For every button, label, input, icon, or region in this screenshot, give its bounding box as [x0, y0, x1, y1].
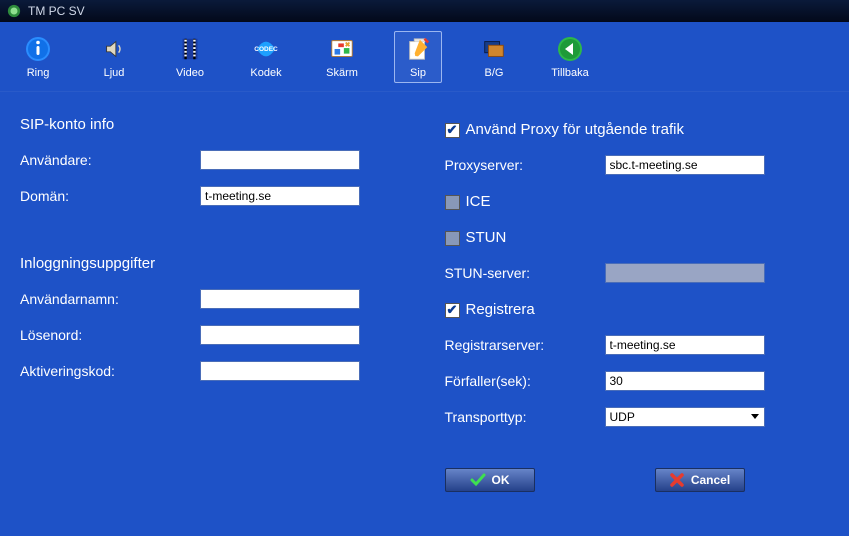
password-input[interactable]: [200, 325, 360, 345]
proxyserver-label: Proxyserver:: [445, 157, 605, 173]
info-icon: [24, 35, 52, 63]
titlebar: TM PC SV: [0, 0, 849, 22]
transport-select[interactable]: UDP: [605, 407, 765, 427]
username-input[interactable]: [200, 289, 360, 309]
toolbar-label: Ljud: [104, 67, 125, 79]
section-title-sip: SIP-konto info: [20, 116, 405, 133]
register-label: Registrera: [466, 301, 535, 318]
user-input[interactable]: [200, 150, 360, 170]
toolbar-label: Kodek: [250, 67, 281, 79]
toolbar-label: Ring: [27, 67, 50, 79]
window-title: TM PC SV: [28, 4, 85, 18]
proxyserver-input[interactable]: [605, 155, 765, 175]
ok-label: OK: [492, 473, 510, 487]
proxy-cb-label: Använd Proxy för utgående trafik: [466, 121, 684, 138]
section-title-login: Inloggningsuppgifter: [20, 255, 405, 272]
toolbar-label: B/G: [485, 67, 504, 79]
svg-text:CODEC: CODEC: [254, 45, 278, 52]
password-label: Lösenord:: [20, 327, 200, 343]
speaker-icon: [100, 35, 128, 63]
transport-label: Transporttyp:: [445, 409, 605, 425]
toolbar-item-video[interactable]: Video: [166, 31, 214, 83]
app-icon: [6, 3, 22, 19]
ice-checkbox[interactable]: [445, 195, 460, 210]
toolbar-item-skarm[interactable]: Skärm: [318, 31, 366, 83]
toolbar-label: Skärm: [326, 67, 358, 79]
toolbar-item-sip[interactable]: Sip: [394, 31, 442, 83]
stunserver-input: [605, 263, 765, 283]
back-icon: [556, 35, 584, 63]
regserver-label: Registrarserver:: [445, 337, 605, 353]
film-icon: [176, 35, 204, 63]
stun-label: STUN: [466, 229, 507, 246]
screen-icon: [328, 35, 356, 63]
activation-label: Aktiveringskod:: [20, 363, 200, 379]
register-checkbox[interactable]: ✔: [445, 303, 460, 318]
expires-label: Förfaller(sek):: [445, 373, 605, 389]
right-column: ✔ Använd Proxy för utgående trafik Proxy…: [445, 116, 830, 492]
expires-input[interactable]: [605, 371, 765, 391]
cancel-label: Cancel: [691, 473, 730, 487]
button-row: OK Cancel: [445, 468, 830, 492]
content: SIP-konto info Användare: Domän: Inloggn…: [0, 92, 849, 502]
toolbar-label: Tillbaka: [551, 67, 589, 79]
user-label: Användare:: [20, 152, 200, 168]
toolbar-item-bg[interactable]: B/G: [470, 31, 518, 83]
activation-input[interactable]: [200, 361, 360, 381]
toolbar-item-ring[interactable]: Ring: [14, 31, 62, 83]
toolbar-item-kodek[interactable]: CODEC Kodek: [242, 31, 290, 83]
toolbar-label: Video: [176, 67, 204, 79]
edit-icon: [404, 35, 432, 63]
codec-icon: CODEC: [252, 35, 280, 63]
toolbar-label: Sip: [410, 67, 426, 79]
username-label: Användarnamn:: [20, 291, 200, 307]
proxy-checkbox[interactable]: ✔: [445, 123, 460, 138]
check-icon: [470, 472, 486, 488]
cancel-icon: [669, 472, 685, 488]
left-column: SIP-konto info Användare: Domän: Inloggn…: [20, 116, 405, 492]
ok-button[interactable]: OK: [445, 468, 535, 492]
stun-checkbox[interactable]: [445, 231, 460, 246]
stunserver-label: STUN-server:: [445, 265, 605, 281]
cancel-button[interactable]: Cancel: [655, 468, 745, 492]
regserver-input[interactable]: [605, 335, 765, 355]
bg-icon: [480, 35, 508, 63]
toolbar-item-tillbaka[interactable]: Tillbaka: [546, 31, 594, 83]
toolbar: Ring Ljud Video CODEC Kodek Skärm Sip B: [0, 22, 849, 92]
ice-label: ICE: [466, 193, 491, 210]
domain-label: Domän:: [20, 188, 200, 204]
toolbar-item-ljud[interactable]: Ljud: [90, 31, 138, 83]
domain-input[interactable]: [200, 186, 360, 206]
